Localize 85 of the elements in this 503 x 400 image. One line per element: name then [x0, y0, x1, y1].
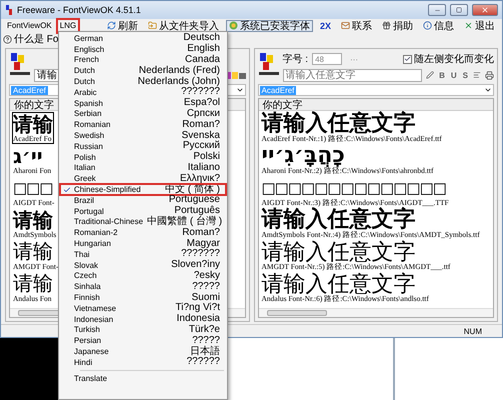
refresh-icon: [106, 21, 116, 30]
maximize-icon: [456, 7, 462, 13]
menu-item[interactable]: Czech ?esky: [60, 270, 226, 282]
minimize-button[interactable]: [428, 4, 446, 16]
format-button[interactable]: S: [462, 70, 469, 80]
maximize-button[interactable]: [450, 4, 468, 16]
font-sample: 请输: [13, 113, 53, 135]
gift-icon: [382, 21, 391, 30]
caret-icon: [484, 86, 492, 94]
menu-item[interactable]: Indonesian Indonesia: [60, 314, 226, 325]
logo-icon: [258, 52, 280, 78]
menu-item[interactable]: Englisch English: [60, 44, 226, 55]
font-sample: □□□□□□□□□□□□□□: [262, 178, 446, 199]
info-icon: [423, 21, 432, 30]
follow-checkbox[interactable]: 随左侧变化而变化: [403, 52, 494, 66]
font-sample: 请输入任意文字: [262, 241, 416, 263]
toolbar-button[interactable]: 2X: [316, 20, 334, 32]
menu-item[interactable]: Hindi ??????: [60, 356, 226, 368]
menu-item[interactable]: Arabic ???????: [60, 86, 226, 98]
menu-item[interactable]: French Canada: [60, 54, 226, 66]
num-indicator: NUM: [464, 326, 482, 336]
format-button[interactable]: U: [450, 70, 458, 80]
close-icon: [464, 21, 473, 30]
toolbar-button[interactable]: 系统已安装字体: [226, 20, 313, 32]
menu-item[interactable]: Finnish Suomi: [60, 292, 226, 303]
menu-item[interactable]: Polish Polski: [60, 152, 226, 163]
toolbar-button[interactable]: 从文件夹导入: [144, 20, 222, 32]
toolbar-button[interactable]: 刷新: [104, 20, 141, 32]
menu-item[interactable]: Spanish Espa?ol: [60, 98, 226, 109]
menu-item[interactable]: Hungarian Magyar: [60, 238, 226, 249]
close-icon: [481, 6, 489, 14]
menu-item[interactable]: Romanian-2 Roman?: [60, 227, 226, 238]
menu-item[interactable]: FontViewOK: [5, 20, 54, 32]
check-icon: [63, 186, 71, 194]
envelope-icon: [341, 21, 350, 30]
horizontal-scrollbar[interactable]: [258, 308, 493, 317]
font-sample: 请输入任意文字: [262, 273, 416, 295]
dark-background: [0, 338, 58, 400]
font-sample: □□□: [13, 178, 53, 199]
align-icon[interactable]: [473, 71, 481, 79]
menu-item[interactable]: Brazil Portuguese: [60, 194, 226, 206]
menu-item[interactable]: LNG: [58, 20, 78, 32]
menu-item[interactable]: Portugal Português: [60, 206, 226, 217]
pen-icon[interactable]: [426, 71, 434, 79]
check-icon: [404, 55, 411, 63]
font-sample: 请输: [13, 241, 53, 263]
font-sample: 请输: [13, 273, 53, 295]
menu-item[interactable]: Turkish Türk?e: [60, 324, 226, 336]
menu-item[interactable]: German Deutsch: [60, 33, 226, 44]
menu-item[interactable]: Translate: [60, 372, 226, 384]
font-sample: 请输: [13, 209, 53, 231]
folder-icon: [148, 21, 157, 30]
font-sample: כָהֲבָּ׳גִ׳יי: [262, 145, 345, 167]
print-icon[interactable]: [485, 70, 494, 80]
list-header: 你的文字: [258, 99, 493, 111]
menu-item[interactable]: Japanese 日本語: [60, 346, 226, 357]
menu-item[interactable]: Sinhala ?????: [60, 281, 226, 292]
menu-item[interactable]: Serbian Српски: [60, 108, 226, 120]
menu-item[interactable]: Swedish Svenska: [60, 130, 226, 141]
format-button[interactable]: B: [438, 70, 446, 80]
font-sample: 请输入任意文字: [262, 113, 416, 135]
app-icon: [5, 5, 13, 15]
menu-item[interactable]: Slovak Sloven?iny: [60, 260, 226, 271]
caret-icon: [236, 86, 244, 94]
toolbar-button[interactable]: 捐助: [379, 20, 416, 32]
menu-item[interactable]: Traditional-Chinese 中國繁體 ( 台灣 ): [60, 216, 226, 228]
font-sample: 请输入任意文字: [262, 209, 416, 231]
window-title: Freeware - FontViewOK 4.51.1: [17, 5, 142, 15]
menu-item[interactable]: Greek Ελληνικ?: [60, 173, 226, 184]
menu-item[interactable]: Romanian Roman?: [60, 119, 226, 130]
logo-icon: [9, 52, 31, 78]
menu-item[interactable]: Thai ???????: [60, 248, 226, 260]
help-icon: [3, 34, 12, 44]
help-link[interactable]: 什么是 Fo: [14, 32, 58, 46]
toolbar-button[interactable]: 联系: [338, 20, 375, 32]
menu-item[interactable]: Persian ?????: [60, 335, 226, 346]
fonts-icon: [228, 21, 238, 30]
menu-item[interactable]: Italian Italiano: [60, 162, 226, 174]
toolbar-button[interactable]: 信息: [420, 20, 457, 32]
toolbar-button[interactable]: 退出: [461, 20, 498, 32]
size-input[interactable]: 48: [312, 53, 342, 65]
menu-item[interactable]: Vietnamese Ti?ng Vi?t: [60, 302, 226, 314]
size-label: 字号 :: [282, 52, 308, 66]
font-sample: יי׳ג: [13, 145, 43, 167]
menu-item[interactable]: Russian Русский: [60, 140, 226, 152]
